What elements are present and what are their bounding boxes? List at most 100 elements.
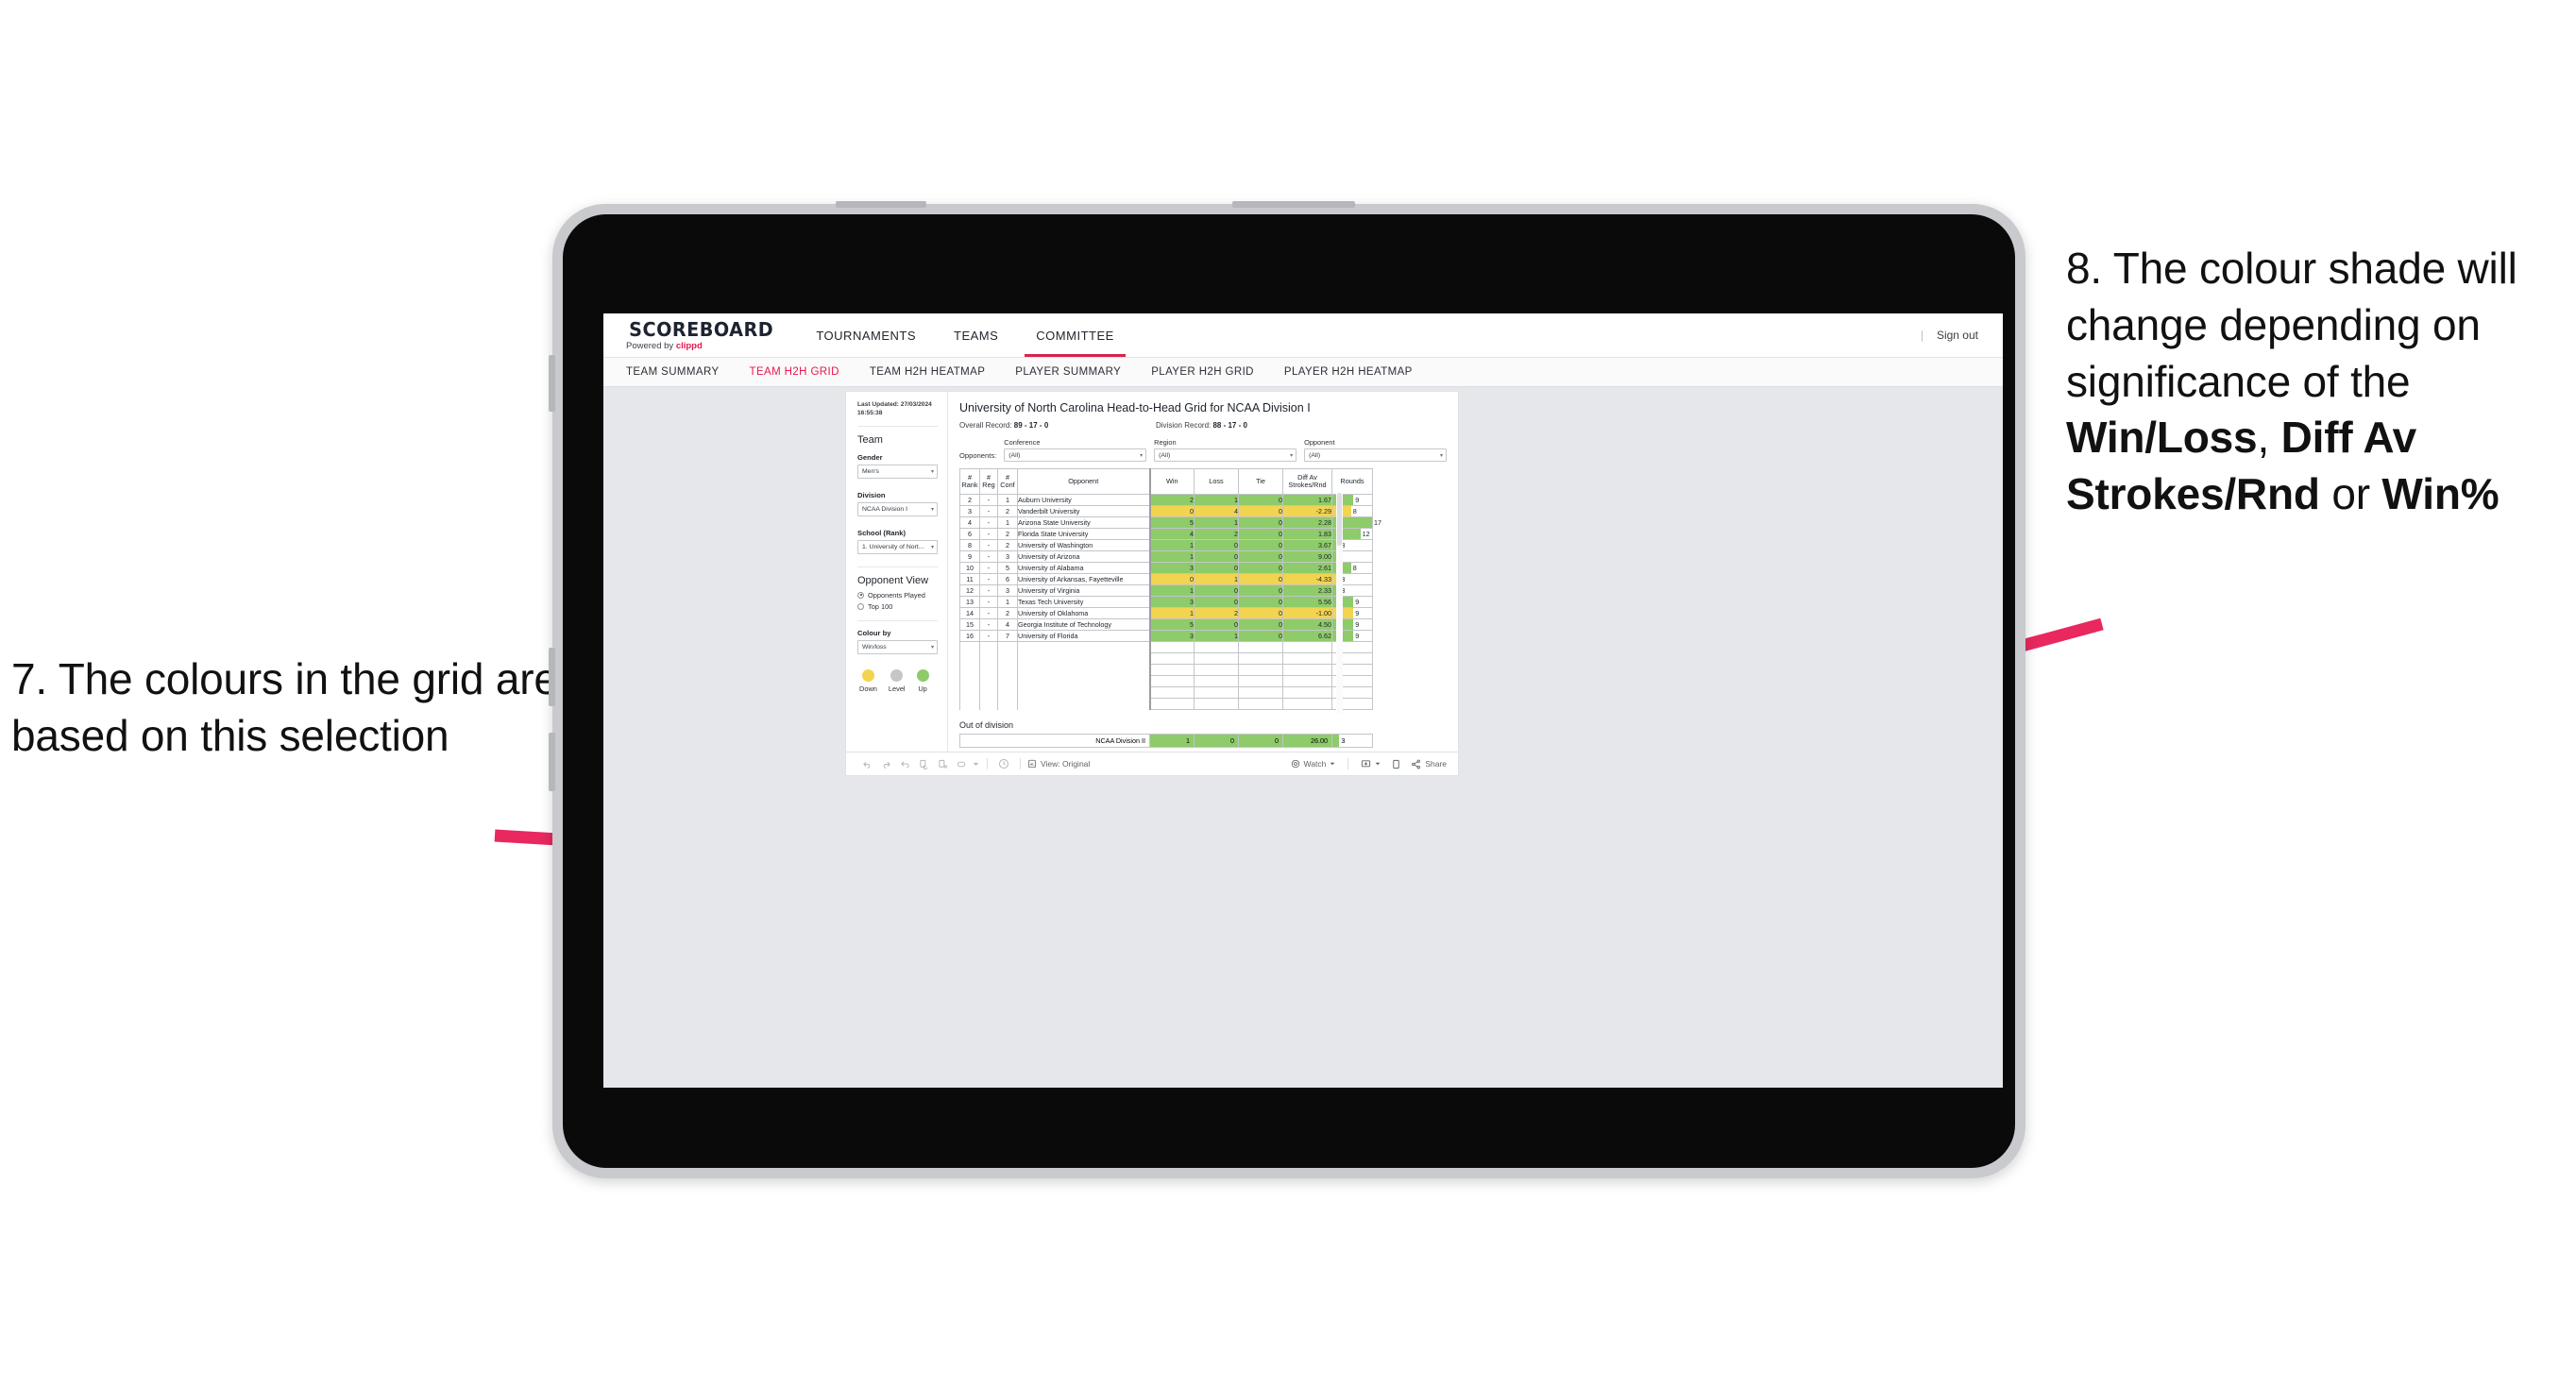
- subnav-item-team-h2h-heatmap[interactable]: TEAM H2H HEATMAP: [855, 366, 1000, 378]
- legend-label-up: Up: [918, 684, 927, 693]
- cell-loss: 2: [1194, 528, 1239, 540]
- cell-opponent: Vanderbilt University: [1017, 505, 1150, 517]
- table-row[interactable]: 13-1 Texas Tech University 3 0 0 5.56 9: [959, 596, 1373, 608]
- alert-clock-icon[interactable]: [994, 755, 1013, 772]
- chevron-down-icon[interactable]: [971, 755, 980, 772]
- overall-record: Overall Record: 89 - 17 - 0: [959, 421, 1156, 430]
- col-header-win[interactable]: Win: [1148, 468, 1195, 495]
- cell-reg: -: [979, 607, 998, 619]
- share-icon: [1412, 759, 1421, 769]
- redo-icon[interactable]: [876, 755, 895, 772]
- subnav-item-player-h2h-heatmap[interactable]: PLAYER H2H HEATMAP: [1269, 366, 1428, 378]
- subnav-item-team-h2h-grid[interactable]: TEAM H2H GRID: [735, 366, 855, 378]
- cell-reg: -: [979, 596, 998, 608]
- cell-empty: [1194, 641, 1239, 653]
- cell-diff: 5.56: [1282, 596, 1332, 608]
- table-row-empty: [959, 641, 1373, 653]
- cell-empty: [1282, 652, 1332, 665]
- table-vertical-scrollbar[interactable]: [1336, 493, 1343, 714]
- cell-reg: -: [979, 516, 998, 529]
- watch-button[interactable]: Watch: [1291, 759, 1336, 769]
- sidebar-divider-2: [857, 566, 938, 567]
- filter-opponent-select[interactable]: (All) ▾: [1304, 448, 1447, 462]
- revert-icon[interactable]: [895, 755, 914, 772]
- gender-label: Gender: [857, 452, 883, 462]
- cell-loss: 1: [1194, 630, 1239, 642]
- refresh-data-icon[interactable]: [914, 755, 933, 772]
- radio-opponents-played[interactable]: Opponents Played: [857, 591, 938, 600]
- cell-win: 1: [1148, 550, 1195, 563]
- table-row[interactable]: 15-4 Georgia Institute of Technology 5 0 0 4.…: [959, 618, 1373, 631]
- device-layout-icon[interactable]: [1386, 755, 1405, 772]
- share-button[interactable]: Share: [1411, 759, 1447, 769]
- sign-out-button[interactable]: Sign out: [1937, 329, 1978, 342]
- school-rank-select[interactable]: 1. University of Nort... ▾: [857, 539, 938, 554]
- table-row[interactable]: 14-2 University of Oklahoma 1 2 0 -1.00 9: [959, 607, 1373, 619]
- colour-by-select[interactable]: Win/loss ▾: [857, 639, 938, 654]
- table-row[interactable]: 8-2 University of Washington 1 0 0 3.67 3: [959, 539, 1373, 551]
- outdiv-rounds-bar: [1332, 735, 1340, 747]
- cell-tie: 0: [1238, 550, 1283, 563]
- division-select[interactable]: NCAA Division I ▾: [857, 501, 938, 516]
- cell-reg: -: [979, 528, 998, 540]
- table-row[interactable]: 16-7 University of Florida 3 1 0 6.62 9: [959, 630, 1373, 642]
- school-rank-value: 1. University of Nort...: [862, 543, 924, 550]
- gender-select[interactable]: Men's ▾: [857, 464, 938, 479]
- table-row[interactable]: 12-3 University of Virginia 1 0 0 2.33 3: [959, 584, 1373, 597]
- cell-opponent: University of Florida: [1017, 630, 1150, 642]
- nav-item-teams[interactable]: TEAMS: [935, 313, 1017, 357]
- download-button[interactable]: [1361, 759, 1381, 769]
- col-header-loss[interactable]: Loss: [1194, 468, 1239, 495]
- view-original-button[interactable]: View: Original: [1027, 759, 1090, 769]
- scrollbar-thumb[interactable]: [1337, 493, 1342, 546]
- table-row[interactable]: 6-2 Florida State University 4 2 0 1.83 12: [959, 528, 1373, 540]
- out-of-division-table: NCAA Division II 1 0 0 26.00 3: [959, 734, 1373, 748]
- col-header-opponent[interactable]: Opponent: [1017, 468, 1150, 495]
- annotation-left: 7. The colours in the grid are based on …: [11, 654, 558, 760]
- visualization-card: Last Updated: 27/03/2024 16:55:38 Team G…: [845, 391, 1459, 776]
- col-header-tie[interactable]: Tie: [1238, 468, 1283, 495]
- table-row[interactable]: 10-5 University of Alabama 3 0 0 2.61 8: [959, 562, 1373, 574]
- undo-icon[interactable]: [857, 755, 876, 772]
- col-header-reg[interactable]: # Reg: [979, 468, 998, 495]
- cell-empty: [1238, 641, 1283, 653]
- cell-reg: -: [979, 539, 998, 551]
- cell-conf: 2: [997, 528, 1018, 540]
- filter-region-select[interactable]: (All) ▾: [1154, 448, 1297, 462]
- pause-refresh-icon[interactable]: [933, 755, 952, 772]
- col-header-diff[interactable]: Diff Av Strokes/Rnd: [1282, 468, 1332, 495]
- view-original-label: View: Original: [1041, 759, 1091, 769]
- brand-logo[interactable]: SCOREBOARD Powered by clippd: [603, 313, 797, 357]
- col-header-rank[interactable]: # Rank: [959, 468, 980, 495]
- cell-tie: 0: [1238, 573, 1283, 585]
- col-header-rounds[interactable]: Rounds: [1331, 468, 1373, 495]
- pan-tool-icon[interactable]: [952, 755, 971, 772]
- sub-navigation-bar: TEAM SUMMARY TEAM H2H GRID TEAM H2H HEAT…: [603, 357, 2003, 387]
- sign-out-divider: |: [1920, 329, 1924, 342]
- filter-conference-label: Conference: [1004, 438, 1041, 447]
- subnav-item-player-summary[interactable]: PLAYER SUMMARY: [1000, 366, 1136, 378]
- opponents-label: Opponents:: [959, 451, 997, 460]
- col-header-conf[interactable]: # Conf: [997, 468, 1018, 495]
- rounds-value: 8: [1352, 507, 1357, 516]
- cell-win: 3: [1148, 630, 1195, 642]
- nav-item-tournaments[interactable]: TOURNAMENTS: [797, 313, 935, 357]
- table-row[interactable]: 2-1 Auburn University 2 1 0 1.67 9: [959, 494, 1373, 506]
- filter-region-value: (All): [1159, 451, 1171, 459]
- subnav-item-player-h2h-grid[interactable]: PLAYER H2H GRID: [1136, 366, 1269, 378]
- cell-empty: [1238, 664, 1283, 676]
- nav-item-committee[interactable]: COMMITTEE: [1017, 313, 1133, 357]
- table-row[interactable]: 11-6 University of Arkansas, Fayetteville…: [959, 573, 1373, 585]
- cell-rank: 11: [959, 573, 980, 585]
- table-row[interactable]: 4-1 Arizona State University 5 1 0 2.28 17: [959, 516, 1381, 529]
- cell-conf: 1: [997, 494, 1018, 506]
- radio-top-100[interactable]: Top 100: [857, 602, 938, 611]
- subnav-item-team-summary[interactable]: TEAM SUMMARY: [626, 366, 735, 378]
- division-value: NCAA Division I: [862, 505, 907, 513]
- table-row[interactable]: 3-2 Vanderbilt University 0 4 0 -2.29 8: [959, 505, 1373, 517]
- outdiv-cell-diff: 26.00: [1282, 734, 1332, 748]
- table-row[interactable]: 9-3University of Arizona1009.002: [959, 550, 1373, 563]
- chevron-down-icon: ▾: [930, 544, 934, 550]
- cell-empty: [997, 686, 1018, 699]
- filter-conference-select[interactable]: (All) ▾: [1004, 448, 1147, 462]
